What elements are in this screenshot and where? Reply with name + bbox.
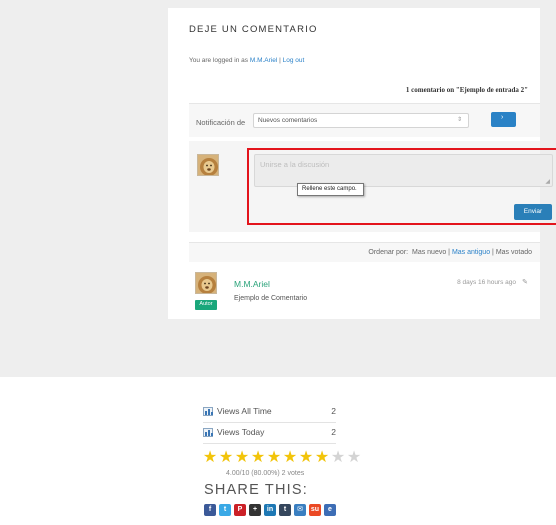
notification-select[interactable]: Nuevos comentarios ⇕ [253,113,469,128]
avatar [197,154,219,176]
views-today-value: 2 [331,427,336,437]
logout-link[interactable]: Log out [283,57,305,64]
logged-in-line: You are logged in as M.M.Ariel | Log out [189,57,304,64]
add-more-icon[interactable]: + [249,504,261,516]
highlighted-comment-field: Unirse a la discusión ◢ Rellene este cam… [247,148,556,225]
lion-avatar-icon [198,155,218,175]
submit-comment-button[interactable]: Enviar [514,204,552,220]
linkedin-icon[interactable]: in [264,504,276,516]
facebook-icon[interactable]: f [204,504,216,516]
views-today-row: Views Today 2 [203,423,336,444]
views-all-time-label: Views All Time [217,406,272,416]
chevron-right-icon: › [501,114,504,121]
star-rating: ★ ★ ★ ★ ★ ★ ★ ★ ★ ★ [202,449,362,466]
notification-select-value: Nuevos comentarios [258,117,318,124]
star-filled-icon[interactable]: ★ [298,449,314,466]
twitter-icon[interactable]: t [219,504,231,516]
notification-subscribe-button[interactable]: › [491,112,516,127]
resize-grip-icon[interactable]: ◢ [545,178,550,185]
sort-option-newest[interactable]: Mas nuevo [412,249,446,256]
sort-option-oldest[interactable]: Mas antiguo [452,249,490,256]
notification-bar: Notificación de Nuevos comentarios ⇕ › [189,103,540,137]
pinterest-icon[interactable]: P [234,504,246,516]
views-today-label: Views Today [217,427,265,437]
comment-form: Unirse a la discusión ◢ Rellene este cam… [189,141,556,232]
post-views-widget: Views All Time 2 Views Today 2 [203,402,336,444]
notification-label: Notificación de [196,118,246,127]
bar-chart-icon [203,428,213,437]
comments-card: DEJE UN COMENTARIO You are logged in as … [168,8,556,319]
edit-icon[interactable]: ✎ [522,278,528,286]
comment-timestamp: 8 days 16 hours ago [457,279,516,286]
star-filled-icon[interactable]: ★ [282,449,298,466]
star-filled-icon[interactable]: ★ [250,449,266,466]
profile-link[interactable]: M.M.Ariel [250,57,277,64]
comment-count: 1 comentario on "Ejemplo de entrada 2" [405,86,528,94]
author-badge-label: Autor [199,301,213,307]
stumbleupon-icon[interactable]: su [309,504,321,516]
star-filled-icon[interactable]: ★ [234,449,250,466]
comments-heading: DEJE UN COMENTARIO [189,24,318,35]
star-filled-icon[interactable]: ★ [314,449,330,466]
sort-option-most-voted[interactable]: Mas votado [496,249,532,256]
validation-tooltip: Rellene este campo. [297,183,364,196]
views-all-time-value: 2 [331,406,336,416]
validation-tooltip-text: Rellene este campo. [302,186,357,192]
star-empty-icon[interactable]: ★ [346,449,362,466]
comment-avatar [195,272,217,294]
star-filled-icon[interactable]: ★ [218,449,234,466]
views-all-time-row: Views All Time 2 [203,402,336,423]
sort-row: Ordenar por: Mas nuevo | Mas antiguo | M… [368,249,532,256]
star-filled-icon[interactable]: ★ [202,449,218,466]
email-icon[interactable]: ✉ [294,504,306,516]
rating-summary: 4.00/10 (80.00%) 2 votes [226,470,305,477]
share-title: SHARE THIS: [204,482,308,498]
select-arrows-icon: ⇕ [456,117,462,123]
submit-comment-label: Enviar [523,208,543,215]
sort-bar: Ordenar por: Mas nuevo | Mas antiguo | M… [189,242,540,262]
comment-text: Ejemplo de Comentario [234,295,308,302]
comment-author[interactable]: M.M.Ariel [234,279,270,289]
logged-in-prefix: You are logged in as [189,57,250,64]
sort-label: Ordenar por: [368,249,409,256]
comment-placeholder: Unirse a la discusión [260,160,330,169]
bar-chart-icon [203,407,213,416]
author-badge: Autor [195,300,217,310]
star-filled-icon[interactable]: ★ [266,449,282,466]
star-empty-icon[interactable]: ★ [330,449,346,466]
lion-avatar-icon [196,273,216,293]
tumblr-icon[interactable]: t [279,504,291,516]
share-buttons: f t P + in t ✉ su e [204,504,339,516]
evernote-icon[interactable]: e [324,504,336,516]
